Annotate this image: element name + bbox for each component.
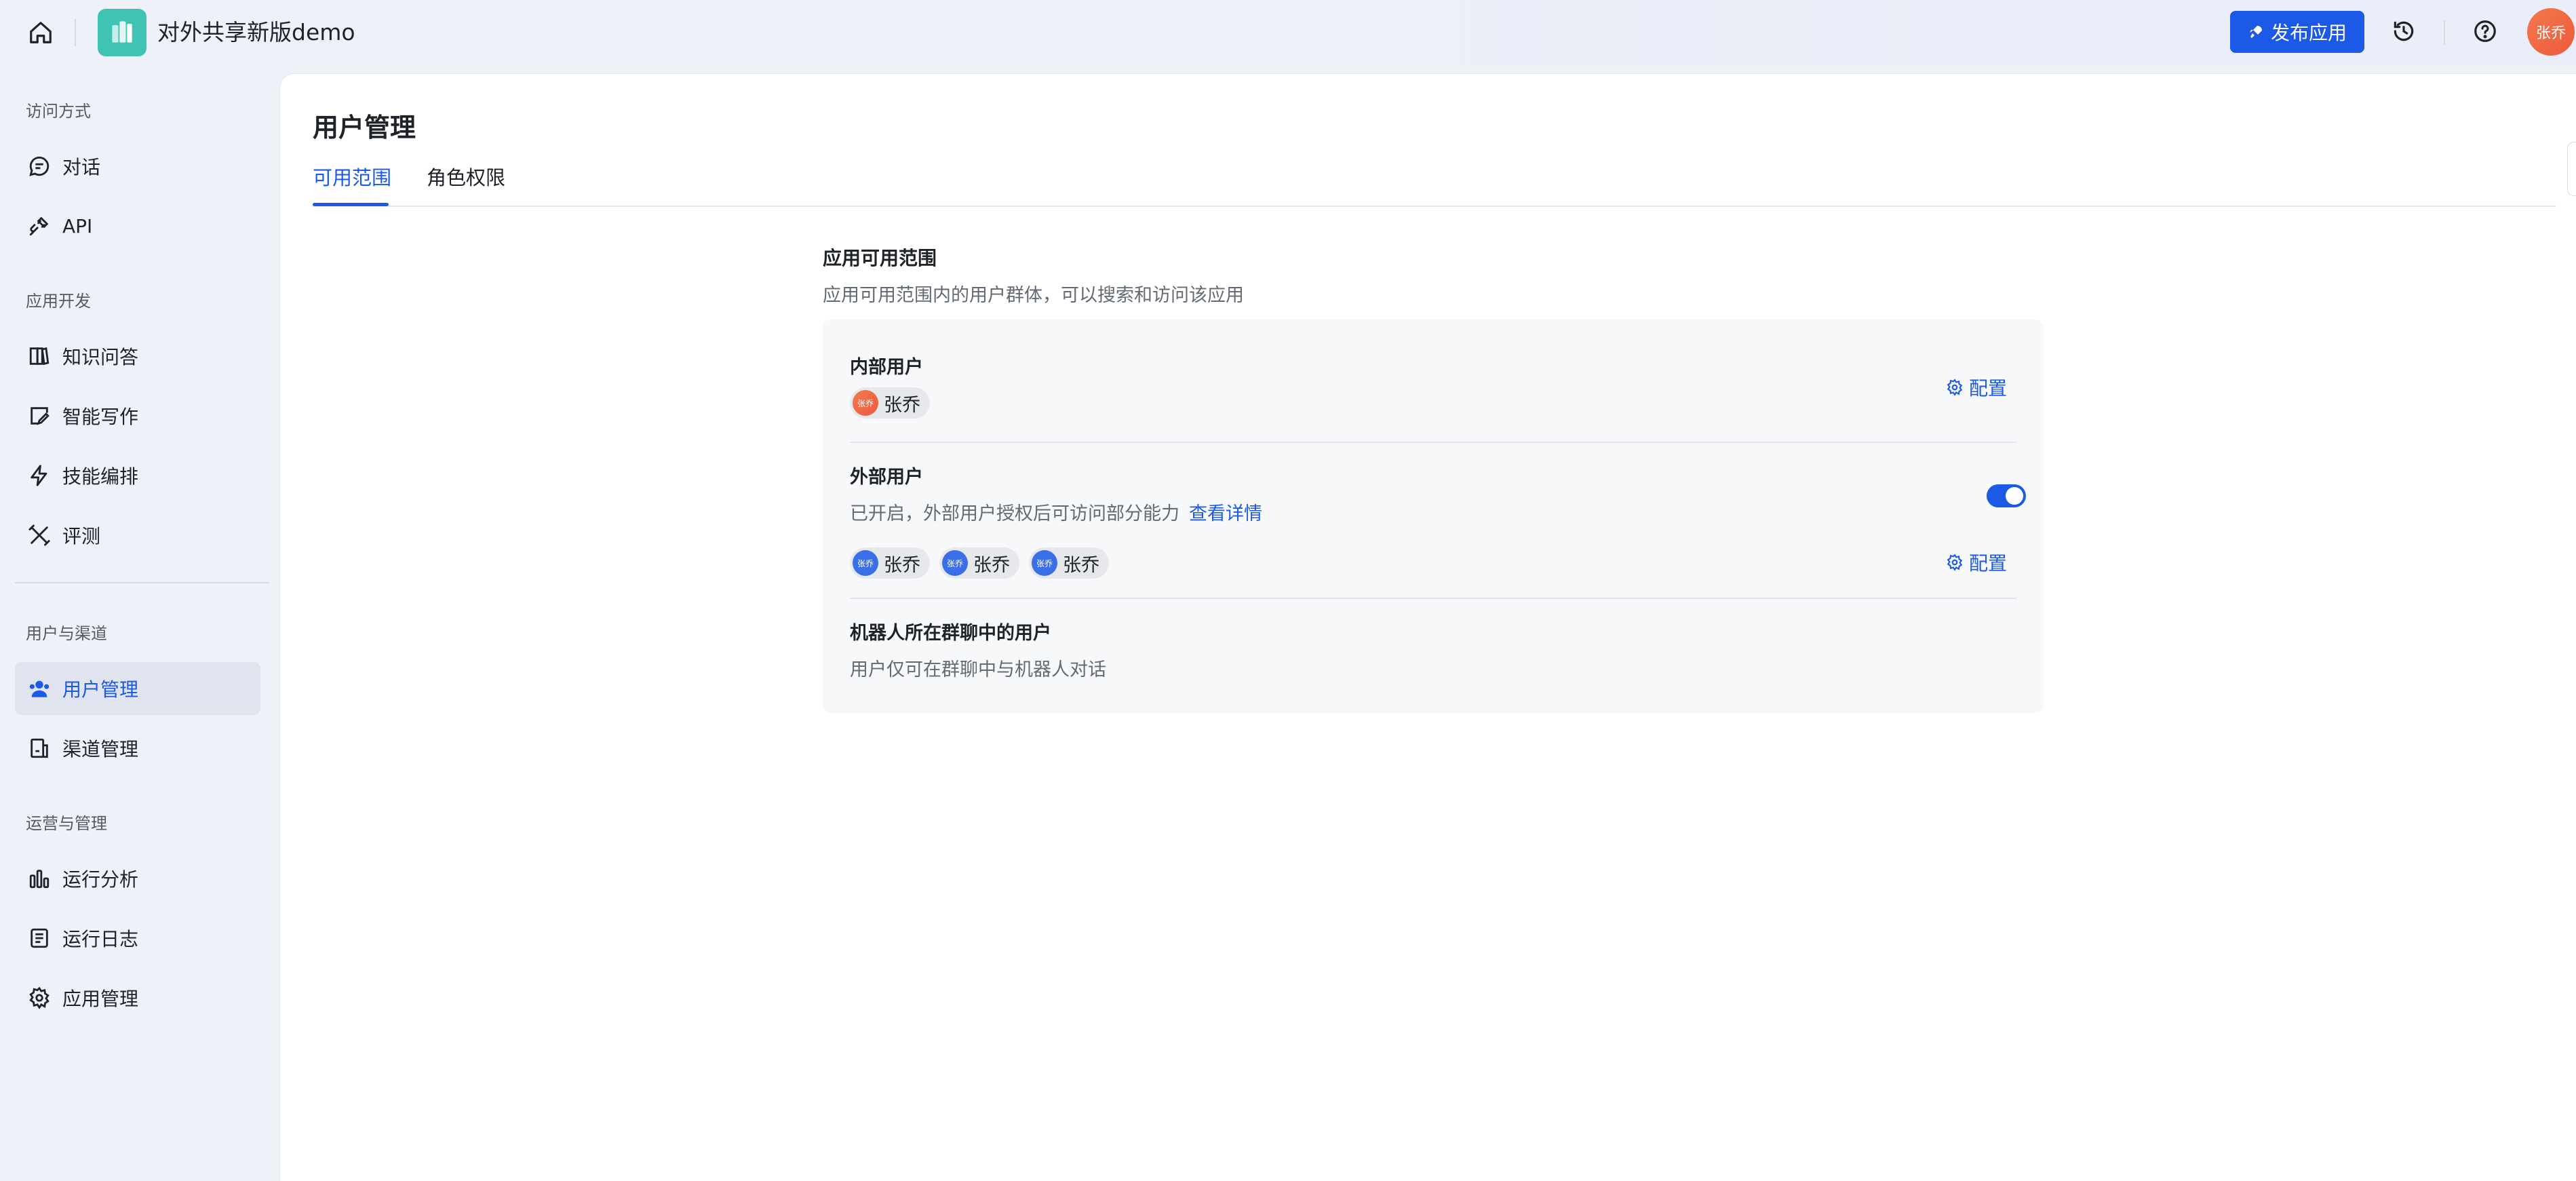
divider xyxy=(2444,20,2445,45)
main-panel: 用户管理 可用范围 角色权限 应用可用范围 应用可用范围内的用户群体，可以搜索和… xyxy=(279,73,2576,1181)
tab-scope[interactable]: 可用范围 xyxy=(313,162,391,191)
external-users-title: 外部用户 xyxy=(850,467,923,488)
sidebar-item-knowledge-qa[interactable]: 知识问答 xyxy=(15,330,260,383)
avatar: 张乔 xyxy=(1032,550,1057,576)
home-icon[interactable] xyxy=(26,18,56,47)
publish-app-button[interactable]: 发布应用 xyxy=(2230,11,2364,53)
sidebar-item-label: 用户管理 xyxy=(62,678,139,701)
sidebar-item-label: 知识问答 xyxy=(62,346,139,368)
view-details-link[interactable]: 查看详情 xyxy=(1189,503,1262,524)
sidebar-item-label: 运行日志 xyxy=(62,928,139,950)
rocket-icon xyxy=(2249,26,2262,38)
user-avatar[interactable]: 张乔 xyxy=(2527,8,2575,56)
sidebar-item-user-management[interactable]: 用户管理 xyxy=(15,662,260,715)
side-panel-handle[interactable] xyxy=(2567,142,2576,196)
bar-chart-icon xyxy=(26,865,53,892)
avatar: 张乔 xyxy=(942,550,968,576)
user-chip: 张乔 张乔 xyxy=(850,547,930,579)
book-icon xyxy=(26,343,53,370)
user-chip: 张乔 张乔 xyxy=(939,547,1019,579)
api-plug-icon xyxy=(26,212,53,239)
internal-users-title: 内部用户 xyxy=(850,357,923,378)
config-label: 配置 xyxy=(1969,377,2008,400)
user-name: 张乔 xyxy=(884,394,920,416)
avatar: 张乔 xyxy=(853,550,878,576)
external-status-text: 已开启，外部用户授权后可访问部分能力 xyxy=(850,503,1179,524)
external-config-button[interactable]: 配置 xyxy=(1946,549,2007,576)
active-tab-indicator xyxy=(313,203,389,206)
internal-config-button[interactable]: 配置 xyxy=(1946,374,2007,401)
users-icon xyxy=(26,675,53,702)
bot-group-users-title: 机器人所在群聊中的用户 xyxy=(850,623,1051,644)
sidebar-item-orchestration[interactable]: 技能编排 xyxy=(15,449,260,502)
scope-section-title: 应用可用范围 xyxy=(823,247,937,269)
tab-role-permissions[interactable]: 角色权限 xyxy=(427,162,505,191)
sidebar-section-title: 访问方式 xyxy=(26,102,91,121)
sidebar-item-label: 对话 xyxy=(62,156,101,178)
sidebar: 访问方式 对话 API 应用开发 知识问答 智能写作 技能编排 评测 用户与渠道… xyxy=(0,65,278,1180)
chat-icon xyxy=(26,153,53,180)
user-chip: 张乔 张乔 xyxy=(1029,547,1109,579)
sidebar-item-label: 运行分析 xyxy=(62,868,139,891)
sidebar-item-chat[interactable]: 对话 xyxy=(15,140,260,193)
config-label: 配置 xyxy=(1969,552,2008,575)
page-title: 用户管理 xyxy=(313,113,416,142)
gear-icon xyxy=(26,984,53,1011)
divider xyxy=(75,19,76,46)
sidebar-item-writing[interactable]: 智能写作 xyxy=(15,389,260,442)
sidebar-item-channel-management[interactable]: 渠道管理 xyxy=(15,722,260,775)
sidebar-section-title: 用户与渠道 xyxy=(26,624,107,643)
divider xyxy=(850,598,2016,599)
user-name: 张乔 xyxy=(884,554,920,576)
log-icon xyxy=(26,925,53,952)
publish-label: 发布应用 xyxy=(2270,22,2347,44)
divider xyxy=(850,442,2016,443)
sidebar-item-analytics[interactable]: 运行分析 xyxy=(15,852,260,905)
lightning-icon xyxy=(26,462,53,489)
bot-group-users-description: 用户仅可在群聊中与机器人对话 xyxy=(850,659,1106,680)
sidebar-divider xyxy=(15,582,269,583)
sidebar-item-label: 评测 xyxy=(62,525,101,547)
user-name: 张乔 xyxy=(1063,554,1099,576)
tools-icon xyxy=(26,522,53,549)
external-users-toggle[interactable] xyxy=(1987,484,2026,507)
sidebar-item-label: 智能写作 xyxy=(62,406,139,428)
user-chip: 张乔 张乔 xyxy=(850,387,930,419)
history-icon[interactable] xyxy=(2389,16,2419,46)
external-users-status: 已开启，外部用户授权后可访问部分能力 查看详情 xyxy=(850,499,1262,525)
gear-icon xyxy=(1947,554,1963,571)
sidebar-item-api[interactable]: API xyxy=(15,199,260,252)
avatar: 张乔 xyxy=(853,390,878,416)
sidebar-item-label: 应用管理 xyxy=(62,988,139,1010)
sidebar-section-title: 运营与管理 xyxy=(26,814,107,833)
sidebar-item-logs[interactable]: 运行日志 xyxy=(15,912,260,965)
tabs-baseline xyxy=(313,206,2556,207)
scope-section-description: 应用可用范围内的用户群体，可以搜索和访问该应用 xyxy=(823,285,1244,306)
help-icon[interactable] xyxy=(2470,16,2500,46)
app-logo xyxy=(98,9,147,56)
gear-icon xyxy=(1947,379,1963,396)
user-name: 张乔 xyxy=(973,554,1010,576)
top-bar: 对外共享新版demo 发布应用 张乔 xyxy=(0,0,2576,65)
app-title: 对外共享新版demo xyxy=(157,19,355,45)
scope-card: 内部用户 张乔 张乔 配置 外部用户 已开启，外部用户授权后可访问部分能力 查看详… xyxy=(823,320,2044,713)
sidebar-section-title: 应用开发 xyxy=(26,292,91,311)
sidebar-item-label: 渠道管理 xyxy=(62,738,139,760)
sidebar-item-label: 技能编排 xyxy=(62,465,139,488)
sidebar-item-app-management[interactable]: 应用管理 xyxy=(15,971,260,1024)
sidebar-item-label: API xyxy=(62,214,93,237)
pen-icon xyxy=(26,402,53,429)
channel-icon xyxy=(26,735,53,762)
sidebar-item-evaluation[interactable]: 评测 xyxy=(15,509,260,562)
toggle-knob xyxy=(2006,487,2023,505)
